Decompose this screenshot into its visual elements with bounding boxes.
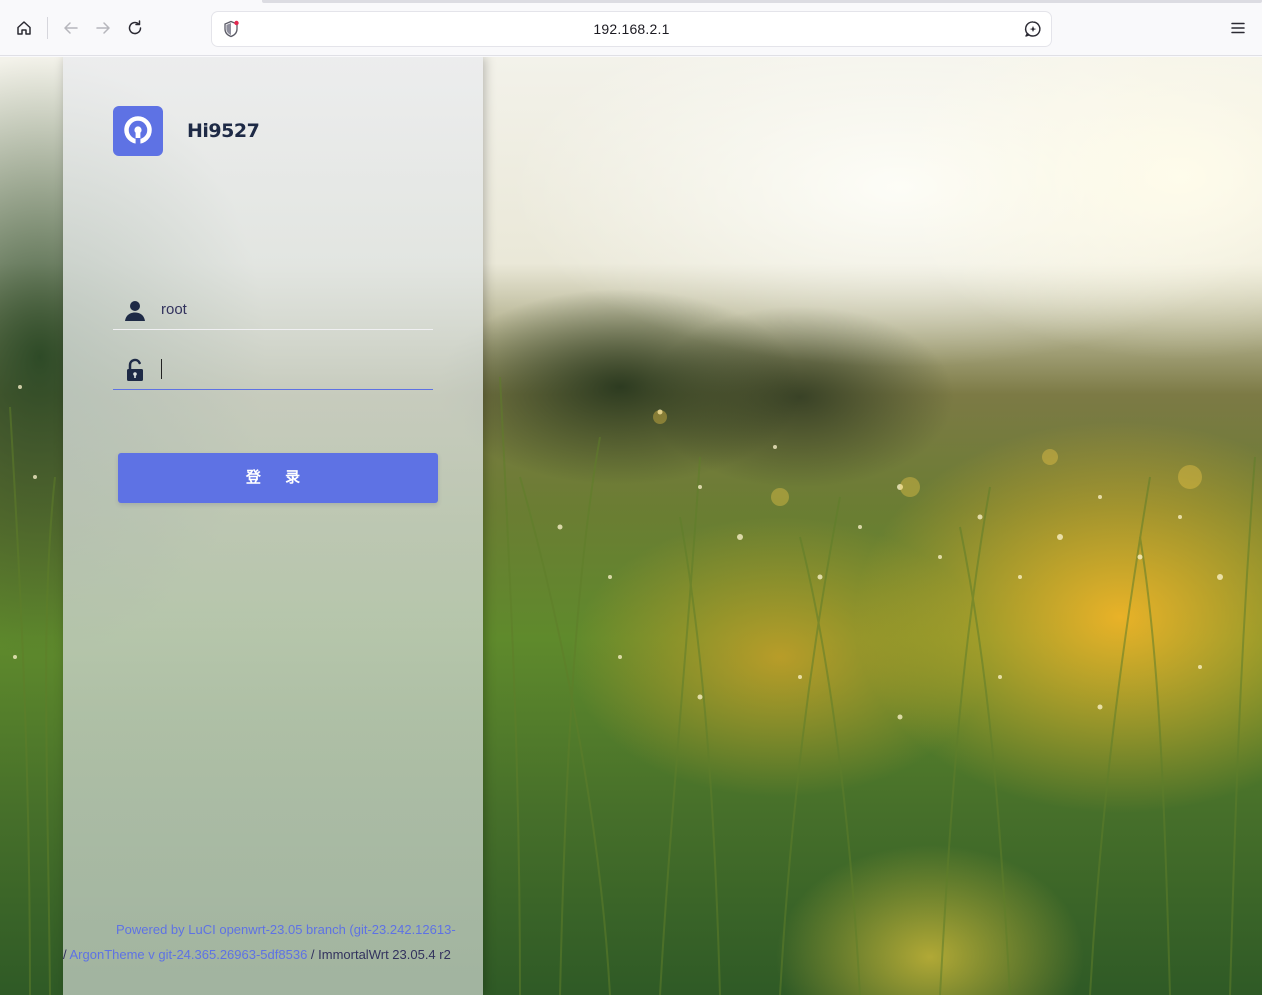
footer-theme-link[interactable]: ArgonTheme v git-24.365.26963-5df8536 — [70, 947, 308, 962]
arrow-left-icon — [64, 22, 78, 34]
page-viewport: Hi9527 root 登 录 Powered by LuCI openwrt-… — [0, 57, 1262, 995]
toolbar-separator — [47, 17, 48, 39]
reload-icon — [128, 20, 142, 35]
footer: Powered by LuCI openwrt-23.05 branch (gi… — [63, 917, 483, 977]
forward-button[interactable] — [89, 14, 117, 42]
login-button[interactable]: 登 录 — [118, 453, 438, 503]
footer-separator: / — [307, 947, 319, 962]
hamburger-menu-icon — [1231, 22, 1245, 34]
unlock-icon — [127, 358, 143, 381]
home-icon — [17, 21, 31, 35]
text-caret — [161, 359, 162, 379]
brand-name: Hi9527 — [187, 120, 260, 142]
tab-strip-edge — [262, 0, 1262, 3]
username-input[interactable]: root — [161, 290, 187, 330]
login-panel: Hi9527 root 登 录 Powered by LuCI openwrt-… — [63, 57, 483, 995]
url-text[interactable]: 192.168.2.1 — [212, 12, 1051, 46]
reload-button[interactable] — [121, 14, 149, 42]
back-button[interactable] — [57, 14, 85, 42]
user-icon — [125, 301, 145, 321]
footer-firmware: ImmortalWrt 23.05.4 r2 — [318, 947, 451, 962]
footer-powered-by[interactable]: Powered by LuCI openwrt-23.05 branch (gi… — [116, 917, 456, 942]
brand-logo-icon — [124, 116, 152, 144]
arrow-right-icon — [96, 22, 110, 34]
home-button[interactable] — [10, 14, 38, 42]
browser-toolbar: 192.168.2.1 — [0, 0, 1262, 56]
logo — [113, 106, 163, 156]
chat-icon[interactable] — [1023, 19, 1043, 39]
address-bar[interactable]: 192.168.2.1 — [212, 12, 1051, 46]
brand: Hi9527 — [113, 106, 260, 156]
menu-button[interactable] — [1224, 14, 1252, 42]
username-field[interactable]: root — [113, 290, 433, 330]
footer-version-line: / ArgonTheme v git-24.365.26963-5df8536 … — [63, 942, 451, 967]
password-field[interactable] — [113, 350, 433, 390]
